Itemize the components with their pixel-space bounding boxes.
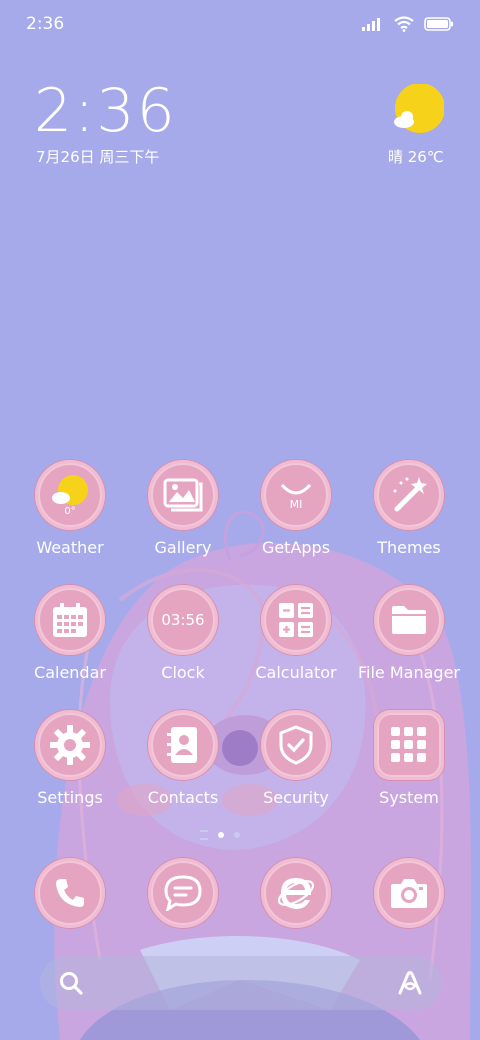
getapps-icon: MI [280,483,312,511]
dock-phone[interactable] [15,858,125,928]
page-indicator-list[interactable] [200,830,208,840]
status-bar: 2:36 [0,0,480,50]
clock-widget-time[interactable]: 2:36 [34,76,177,146]
app-label: Gallery [154,538,212,557]
folder-icon [392,606,426,634]
app-system-folder[interactable]: System [354,710,464,807]
gear-icon [50,725,90,765]
search-icon[interactable] [58,970,84,996]
app-label: File Manager [358,663,460,682]
app-label: Weather [36,538,104,557]
app-calendar[interactable]: Calendar [15,585,125,682]
weather-summary: 晴 26℃ [388,148,444,166]
gallery-icon [163,478,203,512]
wifi-icon [394,16,414,32]
camera-icon [391,879,427,908]
weather-icon: 0° [52,475,88,517]
magic-wand-icon [393,477,427,512]
calculator-icon [279,603,313,637]
app-weather[interactable]: 0° Weather [15,460,125,557]
messages-icon [164,875,202,911]
mi-logo-text: MI [290,498,303,511]
status-time: 2:36 [26,14,65,34]
search-bar[interactable] [40,956,442,1010]
app-label: Themes [377,538,441,557]
app-label: Settings [37,788,103,807]
phone-icon [56,879,84,907]
app-label: System [379,788,439,807]
dock-camera[interactable] [354,858,464,928]
app-label: Calculator [255,663,337,682]
app-getapps[interactable]: MI GetApps [241,460,351,557]
signal-icon [362,18,380,31]
app-gallery[interactable]: Gallery [128,460,238,557]
page-dot-active[interactable] [218,832,224,838]
app-label: Security [263,788,329,807]
browser-icon [277,878,315,909]
calendar-icon [53,603,87,637]
app-contacts[interactable]: Contacts [128,710,238,807]
app-label: Clock [161,663,205,682]
app-security[interactable]: Security [241,710,351,807]
page-indicator[interactable] [200,830,240,840]
contacts-icon [167,727,197,763]
app-file-manager[interactable]: File Manager [354,585,464,682]
app-label: GetApps [261,538,331,557]
battery-icon [424,17,453,31]
dock-messages[interactable] [128,858,238,928]
sun-cloud-icon[interactable] [392,84,444,136]
dock-browser[interactable] [241,858,351,928]
app-clock[interactable]: 03:56 Clock [128,585,238,682]
clock-widget-date: 7月26日 周三下午 [36,148,160,166]
shield-icon [279,725,313,765]
app-label: Contacts [147,788,219,807]
page-dot[interactable] [234,832,240,838]
app-settings[interactable]: Settings [15,710,125,807]
assistant-icon[interactable] [396,970,424,996]
app-themes[interactable]: Themes [354,460,464,557]
system-folder-icon [391,727,426,762]
app-calculator[interactable]: Calculator [241,585,351,682]
weather-temp: 0° [64,506,75,517]
app-label: Calendar [34,663,106,682]
clock-icon: 03:56 [161,611,205,629]
